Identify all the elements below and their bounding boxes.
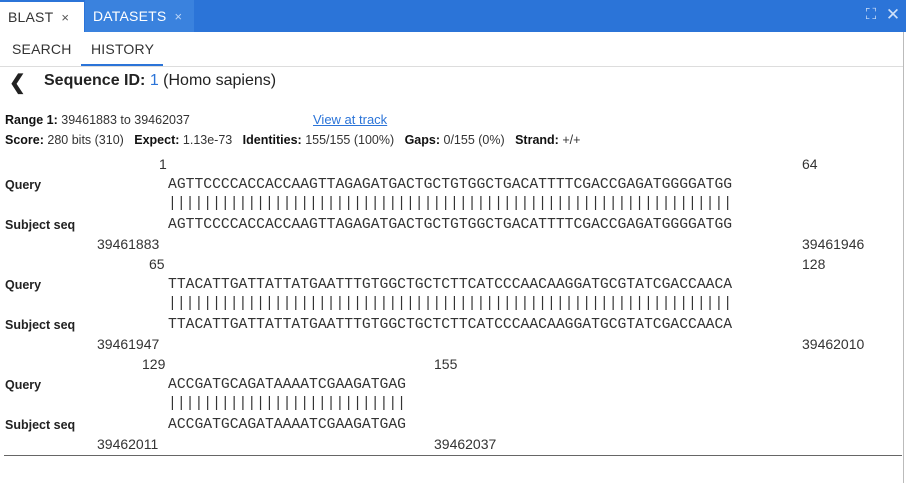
range-info: Range 1: 39461883 to 39462037 [5, 113, 190, 127]
divider [4, 455, 902, 456]
query-label: Query [5, 178, 42, 192]
match-line: ||||||||||||||||||||||||||||||||||||||||… [168, 296, 733, 312]
subject-end-number: 39462037 [434, 436, 497, 452]
strand-label: Strand: [515, 133, 559, 147]
query-label: Query [5, 278, 42, 292]
sequence-id-label: Sequence ID: [44, 72, 146, 89]
subject-sequence: ACCGATGCAGATAAAATCGAAGATGAG [168, 417, 406, 433]
gaps-label: Gaps: [404, 133, 441, 147]
tab-blast[interactable]: BLAST × [0, 0, 84, 32]
subtab-bar: SEARCH HISTORY [0, 32, 903, 67]
query-sequence: TTACATTGATTATTATGAATTTGTGGCTGCTCTTCATCCC… [168, 277, 733, 293]
query-start-number: 1 [159, 156, 167, 172]
subject-sequence: TTACATTGATTATTATGAATTTGTGGCTGCTCTTCATCCC… [168, 317, 733, 333]
active-tab-indicator [81, 64, 163, 66]
match-line: ||||||||||||||||||||||||||| [168, 396, 406, 412]
score-label: Score: [5, 133, 44, 147]
tab-history[interactable]: HISTORY [91, 41, 154, 57]
query-start-number: 65 [149, 256, 165, 272]
expand-icon[interactable]: ⛶ [862, 6, 880, 24]
subject-start-number: 39461883 [97, 236, 160, 252]
subject-end-number: 39462010 [802, 336, 865, 352]
subject-sequence: AGTTCCCCACCACCAAGTTAGAGATGACTGCTGTGGCTGA… [168, 217, 733, 233]
tab-datasets-label: DATASETS [93, 8, 167, 24]
alignment-stats: Score: 280 bits (310) Expect: 1.13e-73 I… [5, 133, 580, 147]
sequence-id-value[interactable]: 1 [150, 72, 159, 89]
strand-value: +/+ [562, 133, 581, 147]
query-label: Query [5, 378, 42, 392]
view-at-track-link[interactable]: View at track [313, 112, 387, 127]
subject-label: Subject seq [5, 318, 76, 332]
tab-bar: BLAST × DATASETS × ⛶ ✕ [0, 0, 906, 32]
close-window-icon[interactable]: ✕ [884, 6, 902, 24]
query-end-number: 128 [802, 256, 826, 272]
expect-value: 1.13e-73 [182, 133, 233, 147]
subject-start-number: 39462011 [97, 436, 159, 452]
gaps-value: 0/155 (0%) [443, 133, 505, 147]
subject-label: Subject seq [5, 218, 76, 232]
subject-start-number: 39461947 [97, 336, 160, 352]
query-start-number: 129 [142, 356, 166, 372]
range-value: 39461883 to 39462037 [61, 113, 190, 127]
query-sequence: AGTTCCCCACCACCAAGTTAGAGATGACTGCTGTGGCTGA… [168, 177, 733, 193]
tab-search[interactable]: SEARCH [12, 41, 72, 57]
subject-label: Subject seq [5, 418, 76, 432]
organism-name: (Homo sapiens) [163, 72, 277, 89]
identities-label: Identities: [242, 133, 302, 147]
query-end-number: 155 [434, 356, 458, 372]
tab-datasets[interactable]: DATASETS × [85, 0, 194, 32]
tab-blast-label: BLAST [8, 9, 54, 25]
identities-value: 155/155 (100%) [305, 133, 395, 147]
range-label: Range 1: [5, 113, 58, 127]
match-line: ||||||||||||||||||||||||||||||||||||||||… [168, 196, 733, 212]
sequence-title: Sequence ID: 1 (Homo sapiens) [44, 72, 276, 90]
query-sequence: ACCGATGCAGATAAAATCGAAGATGAG [168, 377, 406, 393]
expect-label: Expect: [134, 133, 180, 147]
tab-blast-close-icon[interactable]: × [61, 10, 69, 25]
panel-right-border [903, 32, 904, 483]
back-arrow-icon[interactable]: ❮ [9, 70, 26, 95]
query-end-number: 64 [802, 156, 818, 172]
score-value: 280 bits (310) [47, 133, 124, 147]
subject-end-number: 39461946 [802, 236, 865, 252]
tab-datasets-close-icon[interactable]: × [174, 9, 182, 24]
